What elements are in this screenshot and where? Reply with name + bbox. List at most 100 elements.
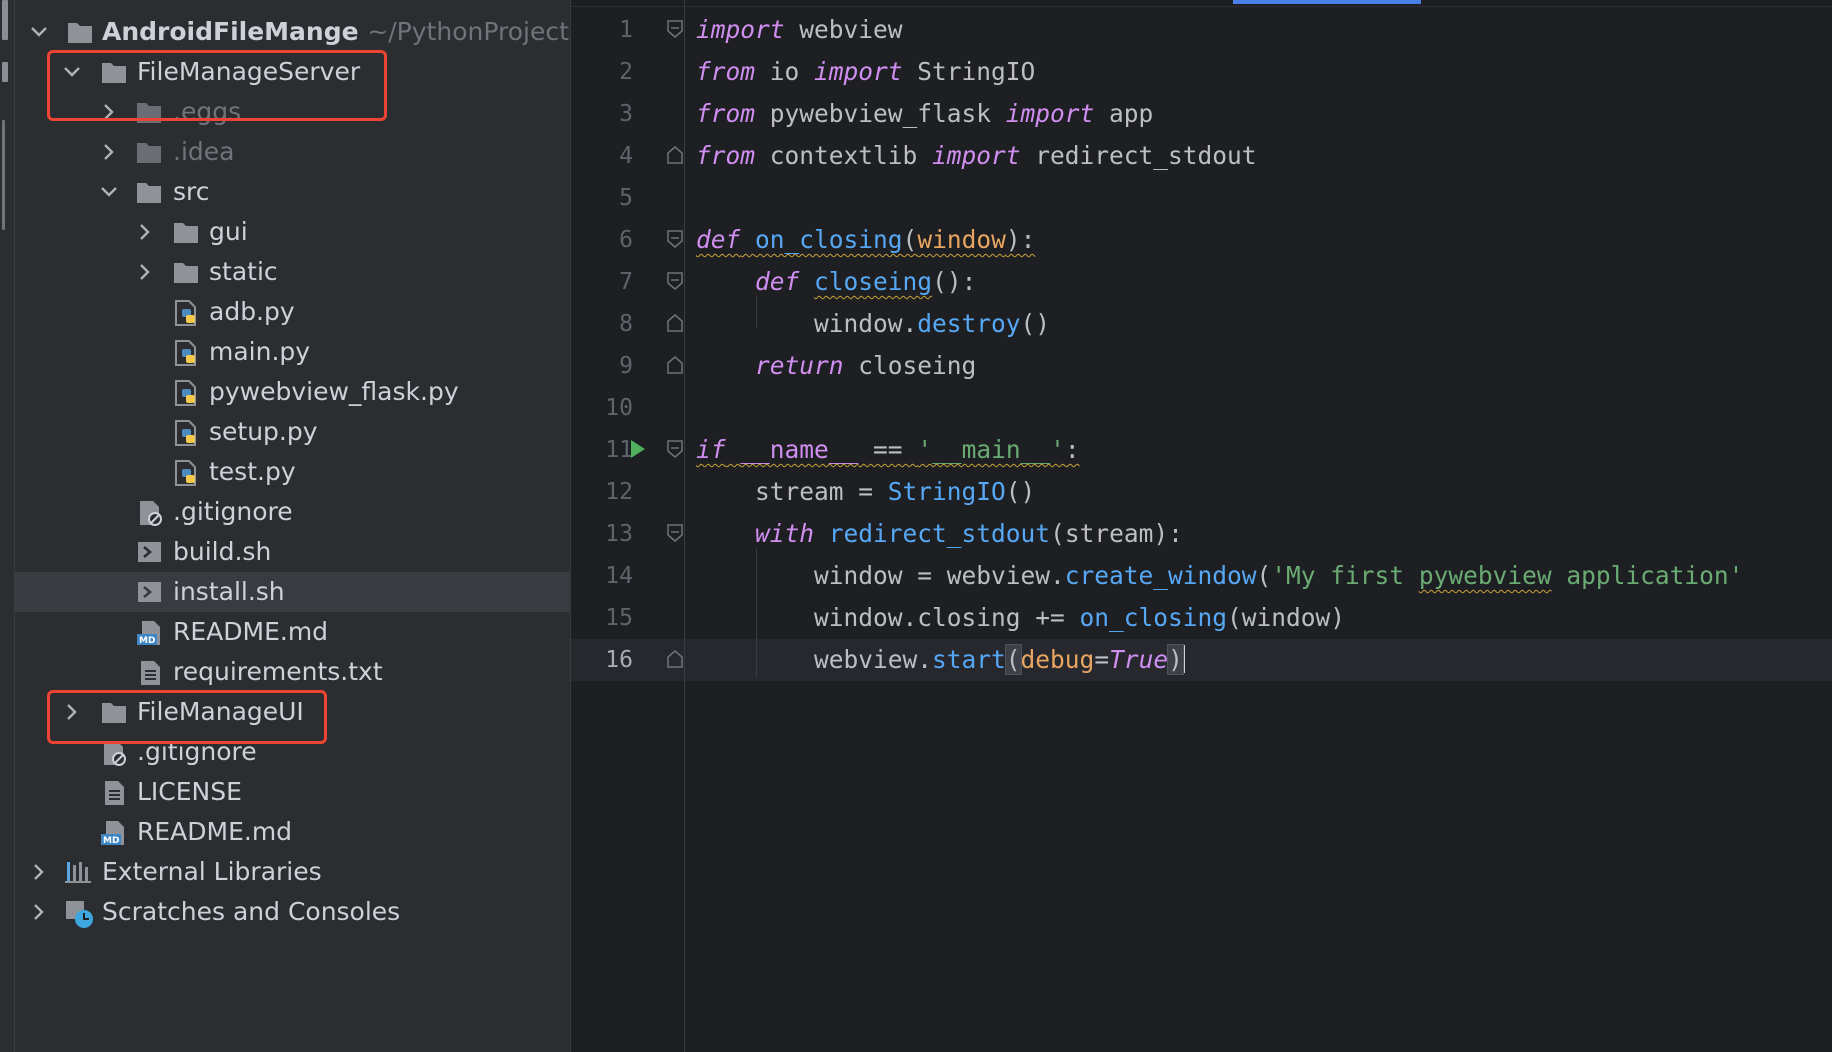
- code-line[interactable]: if __name__ == '__main__':: [696, 435, 1080, 464]
- python-file-icon: [173, 300, 199, 326]
- fold-marker-icon[interactable]: [667, 272, 683, 290]
- tree-item-root[interactable]: AndroidFileMange ~/PythonProjects/: [15, 12, 570, 52]
- line-number: 1: [619, 17, 633, 43]
- tree-item-label: .eggs: [173, 97, 242, 126]
- shell-script-icon: [137, 580, 163, 604]
- ignore-file-icon: [101, 740, 127, 766]
- folder-icon: [101, 60, 127, 84]
- tree-item-file[interactable]: test.py: [15, 452, 570, 492]
- tree-item-file-selected[interactable]: install.sh: [15, 572, 570, 612]
- code-line[interactable]: return closeing: [696, 351, 976, 380]
- tree-item-external-libraries[interactable]: External Libraries: [15, 852, 570, 892]
- tree-item-label: Scratches and Consoles: [102, 897, 401, 926]
- tree-item-file[interactable]: setup.py: [15, 412, 570, 452]
- fold-end-icon[interactable]: [667, 650, 683, 668]
- tree-item-file[interactable]: LICENSE: [15, 772, 570, 812]
- folder-icon: [136, 100, 162, 124]
- tree-item-folder[interactable]: src: [15, 172, 570, 212]
- tree-item-file[interactable]: adb.py: [15, 292, 570, 332]
- line-number: 8: [619, 311, 633, 337]
- tree-item-label: setup.py: [209, 417, 318, 446]
- tree-item-label: adb.py: [209, 297, 295, 326]
- code-line[interactable]: def on_closing(window):: [696, 225, 1035, 254]
- tree-item-folder[interactable]: .idea: [15, 132, 570, 172]
- chevron-down-icon[interactable]: [100, 183, 118, 201]
- line-number: 7: [619, 269, 633, 295]
- chevron-right-icon[interactable]: [100, 103, 118, 121]
- tree-item-file[interactable]: main.py: [15, 332, 570, 372]
- run-icon[interactable]: [631, 440, 645, 458]
- fold-end-icon[interactable]: [667, 314, 683, 332]
- code-line[interactable]: webview.start(debug=True): [696, 644, 1185, 675]
- code-line[interactable]: import webview: [696, 15, 903, 44]
- tree-item-file[interactable]: MD README.md: [15, 812, 570, 852]
- chevron-right-icon[interactable]: [136, 223, 154, 241]
- editor-top-border: [571, 6, 1832, 7]
- tree-item-file[interactable]: build.sh: [15, 532, 570, 572]
- fold-end-icon[interactable]: [667, 146, 683, 164]
- tree-item-label: build.sh: [173, 537, 272, 566]
- fold-marker-icon[interactable]: [667, 230, 683, 248]
- tree-item-label: README.md: [173, 617, 329, 646]
- python-file-icon: [173, 460, 199, 486]
- code-line[interactable]: from pywebview_flask import app: [696, 99, 1153, 128]
- line-number: 14: [605, 563, 633, 589]
- python-file-icon: [173, 380, 199, 406]
- code-line[interactable]: stream = StringIO(): [696, 477, 1035, 506]
- tree-item-file[interactable]: requirements.txt: [15, 652, 570, 692]
- python-file-icon: [173, 340, 199, 366]
- tree-item-label: .gitignore: [173, 497, 293, 526]
- code-line[interactable]: from contextlib import redirect_stdout: [696, 141, 1257, 170]
- project-root-label: AndroidFileMange ~/PythonProjects/: [102, 17, 571, 46]
- tree-item-label: External Libraries: [102, 857, 322, 886]
- text-caret: [1182, 645, 1185, 673]
- fold-marker-icon[interactable]: [667, 20, 683, 38]
- fold-marker-icon[interactable]: [667, 440, 683, 458]
- fold-end-icon[interactable]: [667, 356, 683, 374]
- code-editor[interactable]: 1 2 3 4 5 6 7 8 9 10 11 12 13 14 15 16 i…: [571, 0, 1832, 1052]
- tree-item-folder[interactable]: .eggs: [15, 92, 570, 132]
- chevron-right-icon[interactable]: [30, 863, 48, 881]
- tree-item-label: src: [173, 177, 210, 206]
- code-line[interactable]: window.destroy(): [696, 309, 1050, 338]
- tree-item-folder[interactable]: gui: [15, 212, 570, 252]
- line-number: 2: [619, 59, 633, 85]
- tool-tab-marker[interactable]: [2, 120, 5, 230]
- line-number: 11: [605, 437, 633, 463]
- markdown-file-icon: MD: [101, 820, 127, 846]
- line-number: 6: [619, 227, 633, 253]
- fold-marker-icon[interactable]: [667, 524, 683, 542]
- svg-text:MD: MD: [139, 636, 155, 646]
- code-line[interactable]: window = webview.create_window('My first…: [696, 561, 1743, 590]
- tree-item-file[interactable]: .gitignore: [15, 732, 570, 772]
- chevron-right-icon[interactable]: [100, 143, 118, 161]
- tool-tab-marker[interactable]: [2, 62, 8, 82]
- tree-item-label: FileManageServer: [137, 57, 361, 86]
- line-number: 15: [605, 605, 633, 631]
- chevron-right-icon[interactable]: [136, 263, 154, 281]
- chevron-down-icon[interactable]: [63, 63, 81, 81]
- code-line[interactable]: window.closing += on_closing(window): [696, 603, 1345, 632]
- tree-item-file[interactable]: pywebview_flask.py: [15, 372, 570, 412]
- line-number: 9: [619, 353, 633, 379]
- tree-item-folder[interactable]: FileManageServer: [15, 52, 570, 92]
- markdown-file-icon: MD: [137, 620, 163, 646]
- tree-item-scratches[interactable]: Scratches and Consoles: [15, 892, 570, 932]
- code-line[interactable]: def closeing():: [696, 267, 976, 296]
- tree-item-label: LICENSE: [137, 777, 242, 806]
- folder-icon: [136, 180, 162, 204]
- folder-icon: [173, 220, 199, 244]
- chevron-right-icon[interactable]: [63, 703, 81, 721]
- code-line[interactable]: with redirect_stdout(stream):: [696, 519, 1183, 548]
- code-line[interactable]: from io import StringIO: [696, 57, 1035, 86]
- commit-tool-tab[interactable]: [2, 0, 8, 40]
- tree-item-label: main.py: [209, 337, 311, 366]
- tree-item-file[interactable]: .gitignore: [15, 492, 570, 532]
- chevron-down-icon[interactable]: [30, 23, 48, 41]
- tree-item-folder[interactable]: FileManageUI: [15, 692, 570, 732]
- tree-item-file[interactable]: MD README.md: [15, 612, 570, 652]
- active-tab-indicator: [1233, 0, 1421, 4]
- tree-item-folder[interactable]: static: [15, 252, 570, 292]
- text-file-icon: [137, 660, 163, 685]
- chevron-right-icon[interactable]: [30, 903, 48, 921]
